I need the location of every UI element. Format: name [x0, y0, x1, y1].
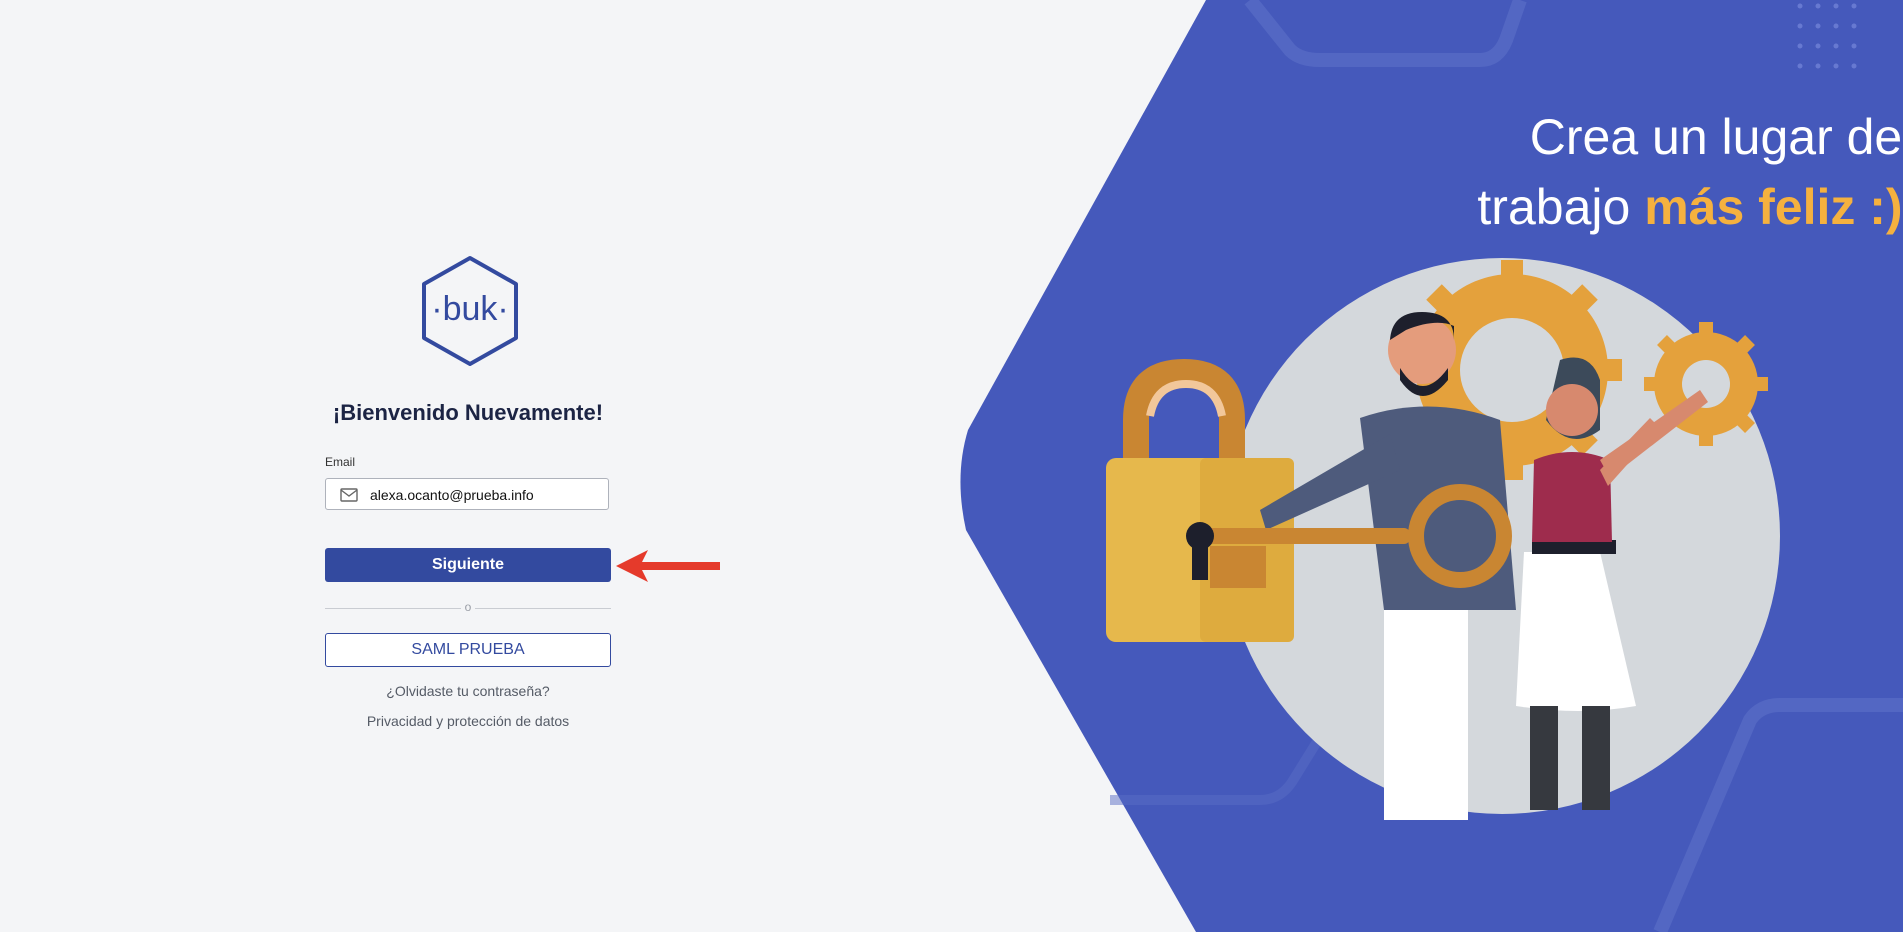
saml-button[interactable]: SAML PRUEBA [325, 633, 611, 667]
buk-logo: ·buk· [422, 256, 518, 366]
logo-text: ·buk· [431, 290, 508, 328]
mail-icon [340, 488, 358, 502]
hero-headline-line2: trabajo más feliz :) [1290, 172, 1903, 242]
divider: o [325, 600, 611, 616]
page-title: ¡Bienvenido Nuevamente! [332, 400, 604, 425]
forgot-password-link[interactable]: ¿Olvidaste tu contraseña? [0, 683, 936, 699]
login-panel: ·buk· ¡Bienvenido Nuevamente! Email alex… [0, 0, 960, 932]
hero-headline-line1: Crea un lugar de [1529, 109, 1903, 165]
arrow-annotation [616, 550, 720, 582]
next-button[interactable]: Siguiente [325, 548, 611, 582]
email-value: alexa.ocanto@prueba.info [370, 487, 534, 503]
email-field[interactable]: alexa.ocanto@prueba.info [325, 478, 609, 510]
hero-line2-prefix: trabajo [1477, 179, 1645, 235]
email-label: Email [325, 455, 356, 469]
hero-line2-accent: más feliz :) [1644, 179, 1903, 235]
privacy-link[interactable]: Privacidad y protección de datos [0, 713, 936, 729]
hero-panel: Crea un lugar de trabajo más feliz :) [960, 0, 1903, 932]
divider-text: o [464, 600, 472, 614]
